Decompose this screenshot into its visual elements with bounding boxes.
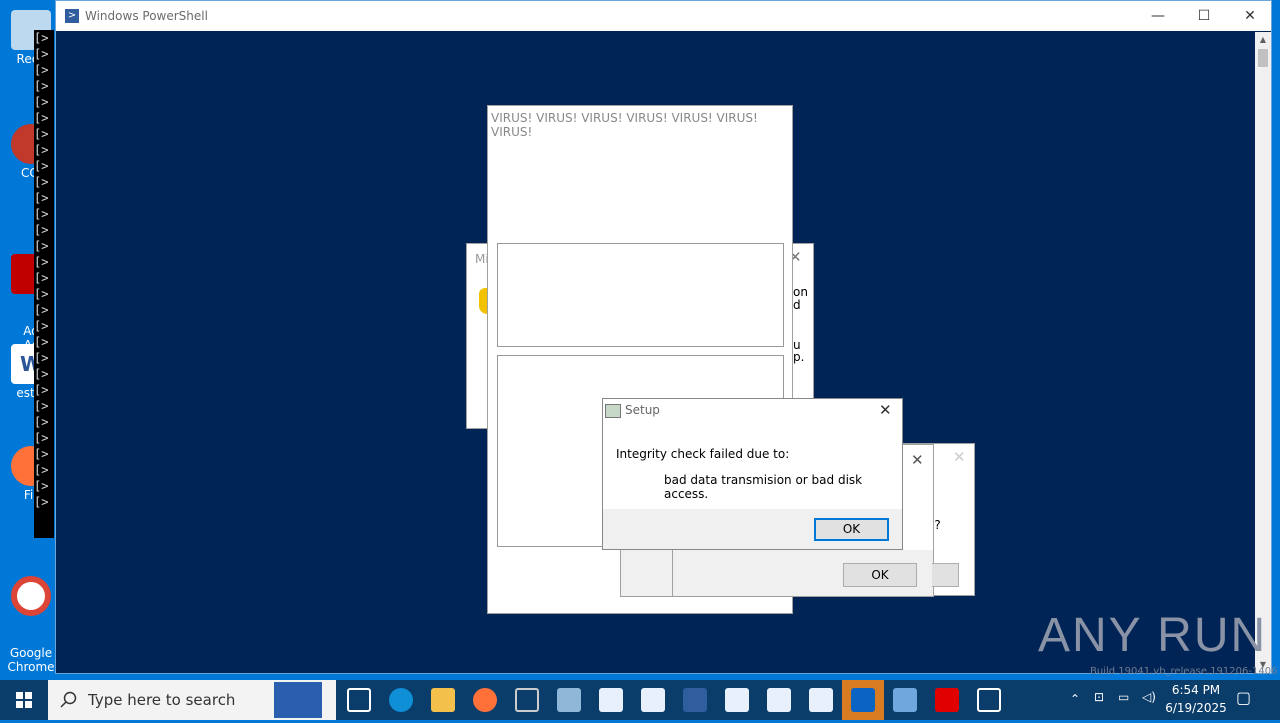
button-fragment[interactable]	[932, 563, 959, 587]
taskbar-app[interactable]	[422, 680, 464, 720]
vertical-scrollbar[interactable]: ▲ ▼	[1255, 32, 1271, 673]
taskbar-app[interactable]	[380, 680, 422, 720]
close-icon[interactable]: ✕	[879, 401, 892, 419]
close-icon[interactable]: ✕	[911, 451, 924, 469]
flash-icon	[977, 688, 1001, 712]
scrollbar-thumb[interactable]	[1258, 49, 1268, 67]
search-placeholder: Type here to search	[88, 691, 236, 709]
taskbar-app[interactable]	[758, 680, 800, 720]
taskbar-app[interactable]	[632, 680, 674, 720]
window-icon	[599, 688, 623, 712]
close-button[interactable]: ✕	[1227, 1, 1273, 31]
start-button[interactable]	[0, 680, 48, 720]
dialog-text-fragment: on	[793, 285, 808, 299]
show-hidden-icons-icon[interactable]: ⌃	[1070, 692, 1080, 706]
file-explorer-icon	[431, 688, 455, 712]
volume-icon[interactable]: ◁)	[1142, 690, 1156, 704]
taskbar-app[interactable]	[926, 680, 968, 720]
powershell-icon: >	[65, 9, 79, 23]
search-box[interactable]: Type here to search	[48, 680, 336, 720]
dialog-text-fragment: d	[793, 298, 801, 312]
desktop-icon-label: Google Chrome	[7, 646, 55, 674]
ok-button[interactable]: OK	[843, 563, 917, 587]
outlook-icon	[851, 688, 875, 712]
taskbar-app[interactable]	[884, 680, 926, 720]
taskbar-app[interactable]	[464, 680, 506, 720]
heart-icon	[935, 688, 959, 712]
setup-dialog[interactable]: Setup ✕ Integrity check failed due to: b…	[602, 398, 903, 550]
taskbar-app[interactable]	[716, 680, 758, 720]
pickaxe-icon	[515, 688, 539, 712]
network-drive-icon[interactable]: ⊡	[1094, 690, 1104, 704]
error-message-line1: Integrity check failed due to:	[616, 447, 790, 461]
taskbar-app[interactable]	[590, 680, 632, 720]
search-icon	[60, 691, 77, 708]
window-icon	[767, 688, 791, 712]
dialog-text-fragment: p.	[793, 350, 805, 364]
search-highlight-icon	[274, 682, 322, 718]
ok-button[interactable]: OK	[814, 518, 889, 541]
task-view-icon	[347, 688, 371, 712]
anyrun-watermark: ANY RUN	[1038, 609, 1268, 662]
text-area[interactable]	[497, 243, 784, 347]
close-icon[interactable]: ✕	[953, 448, 966, 466]
setup-icon	[605, 404, 621, 418]
firefox-icon	[473, 688, 497, 712]
clock-time[interactable]: 6:54 PM	[1166, 683, 1226, 697]
taskbar-app[interactable]	[674, 680, 716, 720]
build-text: Build 19041.vb_release.191206-1406	[1090, 666, 1278, 677]
minimize-button[interactable]: —	[1135, 1, 1181, 31]
window-title: Windows PowerShell	[85, 9, 208, 23]
network-icon[interactable]: ▭	[1118, 690, 1129, 704]
control-panel-icon	[557, 688, 581, 712]
window-icon	[725, 688, 749, 712]
dialog-title: Setup	[625, 403, 660, 417]
taskbar-app[interactable]	[800, 680, 842, 720]
notifications-icon[interactable]: ▢	[1236, 688, 1251, 707]
taskbar-app[interactable]	[842, 680, 884, 720]
taskbar-app[interactable]	[338, 680, 380, 720]
error-message-line2: bad data transmision or bad disk access.	[664, 473, 863, 501]
maximize-button[interactable]: ☐	[1181, 1, 1227, 31]
taskbar: Type here to search ⌃ ⊡ ▭ ◁) 6:54 PM 6/1…	[0, 680, 1280, 720]
powershell-icon	[683, 688, 707, 712]
windows-logo-icon	[16, 692, 32, 708]
network-computer-icon	[893, 688, 917, 712]
taskbar-app[interactable]	[968, 680, 1010, 720]
virus-title: VIRUS! VIRUS! VIRUS! VIRUS! VIRUS! VIRUS…	[491, 111, 758, 139]
taskbar-app[interactable]	[506, 680, 548, 720]
desktop-icon-chrome[interactable]: Google Chrome	[6, 548, 56, 688]
window-icon	[641, 688, 665, 712]
chrome-icon	[11, 576, 51, 616]
powershell-titlebar[interactable]: > Windows PowerShell — ☐ ✕	[56, 1, 1271, 31]
scroll-up-icon[interactable]: ▲	[1255, 32, 1271, 48]
clock-date[interactable]: 6/19/2025	[1162, 701, 1230, 715]
console-output: [> [> [> [> [> [> [> [> [> [> [> [> [> […	[34, 30, 54, 538]
back-dialog-fragment	[620, 545, 675, 597]
taskbar-app[interactable]	[548, 680, 590, 720]
edge-icon	[389, 688, 413, 712]
window-icon	[809, 688, 833, 712]
